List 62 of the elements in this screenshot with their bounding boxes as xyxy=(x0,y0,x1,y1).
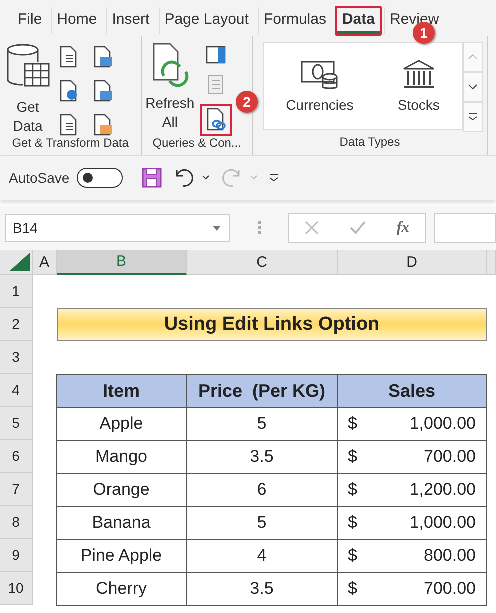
table-header: Item xyxy=(56,374,187,408)
insert-function-button[interactable]: fx xyxy=(396,220,410,236)
row-header[interactable]: 8 xyxy=(0,506,33,539)
amount: 700.00 xyxy=(424,579,476,599)
amount: 1,000.00 xyxy=(410,513,476,533)
table-header: Sales xyxy=(337,374,487,408)
autosave-toggle[interactable] xyxy=(76,168,123,188)
name-box[interactable]: B14 xyxy=(5,214,230,242)
column-header[interactable]: D xyxy=(338,250,487,275)
money-coins-icon xyxy=(300,59,340,91)
row-header[interactable]: 6 xyxy=(0,440,33,473)
get-data-button[interactable]: Get Data xyxy=(4,42,52,136)
ribbon-tab[interactable]: File xyxy=(12,6,50,36)
amount: 1,000.00 xyxy=(410,414,476,434)
data-type-button[interactable]: Currencies xyxy=(280,58,360,114)
row-header[interactable]: 1 xyxy=(0,275,33,308)
data-type-button[interactable]: Stocks xyxy=(392,58,446,114)
currency-symbol: $ xyxy=(348,513,358,533)
group-label: Queries & Con... xyxy=(152,136,242,152)
row-header[interactable]: 5 xyxy=(0,407,33,440)
column-header[interactable]: C xyxy=(187,250,338,275)
select-all-icon[interactable] xyxy=(10,253,30,271)
caret-icon xyxy=(250,175,258,181)
row-header[interactable]: 3 xyxy=(0,341,33,374)
check-icon xyxy=(350,221,366,235)
row-header[interactable]: 2 xyxy=(0,308,33,341)
autosave-label: AutoSave xyxy=(9,170,70,186)
save-icon[interactable] xyxy=(142,168,162,188)
table-header: Price (Per KG) xyxy=(186,374,338,408)
edit-links-button[interactable] xyxy=(200,104,232,136)
row-header[interactable]: 4 xyxy=(0,374,33,407)
caret-icon[interactable] xyxy=(202,175,210,181)
dropdown-icon xyxy=(213,226,221,230)
formula-input[interactable] xyxy=(434,213,496,243)
currency-symbol: $ xyxy=(348,414,358,434)
redo-icon xyxy=(220,168,243,188)
row-header[interactable]: 7 xyxy=(0,473,33,506)
link-file-icon xyxy=(205,108,228,132)
column-header[interactable]: B xyxy=(57,250,187,275)
cancel-icon xyxy=(304,221,319,235)
grip-icon xyxy=(258,221,262,235)
panel-icon[interactable] xyxy=(205,44,228,66)
group-label: Data Types xyxy=(338,135,402,151)
ribbon-tab[interactable]: Data xyxy=(335,6,382,36)
sheet-title: Using Edit Links Option xyxy=(57,308,487,341)
amount: 800.00 xyxy=(424,546,476,566)
row-header[interactable]: 9 xyxy=(0,539,33,572)
customize-icon[interactable] xyxy=(268,174,279,182)
amount: 1,200.00 xyxy=(410,480,476,500)
group-label: Get & Transform Data xyxy=(11,136,130,152)
column-header[interactable]: A xyxy=(33,250,57,275)
amount: 700.00 xyxy=(424,447,476,467)
web-file-icon[interactable] xyxy=(58,80,80,102)
bank-building-icon xyxy=(400,59,437,91)
currency-symbol: $ xyxy=(348,579,358,599)
currency-symbol: $ xyxy=(348,447,358,467)
expand-gallery-icon[interactable] xyxy=(463,102,483,132)
row-header[interactable]: 10 xyxy=(0,572,33,605)
currency-symbol: $ xyxy=(348,546,358,566)
table-cell: Cherry xyxy=(56,572,187,606)
currency-symbol: $ xyxy=(348,480,358,500)
refresh-all-button[interactable]: Refresh All xyxy=(146,42,194,136)
